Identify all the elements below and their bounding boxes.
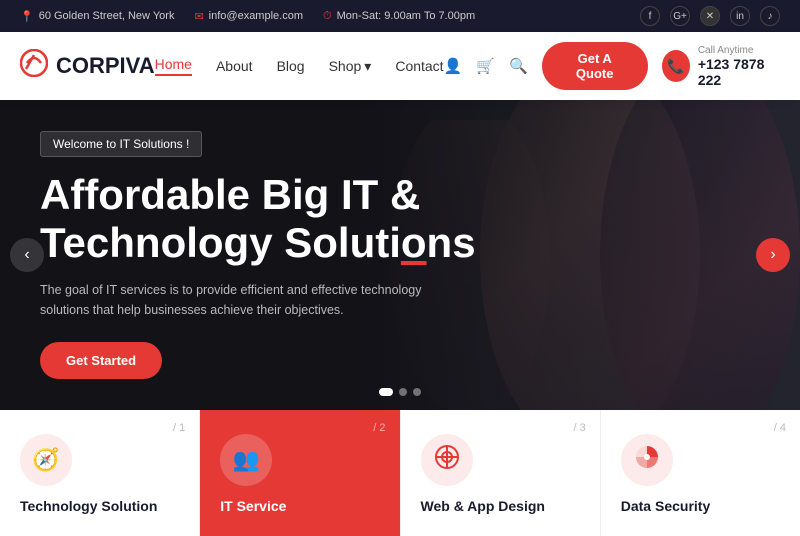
it-service-icon: 👥 bbox=[233, 447, 260, 473]
nav-contact[interactable]: Contact bbox=[395, 58, 443, 74]
hours-item: ⏱ Mon-Sat: 9.00am To 7.00pm bbox=[323, 10, 475, 23]
data-security-icon bbox=[634, 444, 660, 476]
search-icon-button[interactable]: 🔍 bbox=[509, 57, 528, 75]
clock-icon: ⏱ bbox=[323, 10, 332, 23]
hero-dot-1[interactable] bbox=[379, 388, 393, 396]
call-label: Call Anytime bbox=[698, 45, 780, 56]
location-icon: 📍 bbox=[20, 10, 34, 23]
hero-description: The goal of IT services is to provide ef… bbox=[40, 280, 440, 320]
service-num-4: / 4 bbox=[774, 422, 786, 434]
get-quote-button[interactable]: Get A Quote bbox=[542, 42, 648, 90]
address-item: 📍 60 Golden Street, New York bbox=[20, 10, 174, 23]
linkedin-icon[interactable]: in bbox=[730, 6, 750, 26]
hero-content: Welcome to IT Solutions ! Affordable Big… bbox=[0, 131, 516, 378]
facebook-icon[interactable]: f bbox=[640, 6, 660, 26]
service-icon-wrap-2: 👥 bbox=[220, 434, 272, 486]
service-name-1: Technology Solution bbox=[20, 498, 179, 514]
navbar: CORPIVA Home About Blog Shop ▾ Contact 👤… bbox=[0, 32, 800, 100]
service-num-1: / 1 bbox=[173, 422, 185, 434]
hero-badge: Welcome to IT Solutions ! bbox=[40, 131, 202, 157]
nav-links: Home About Blog Shop ▾ Contact bbox=[155, 56, 444, 76]
nav-blog[interactable]: Blog bbox=[277, 58, 305, 74]
hero-title-line2: Technology Solutions bbox=[40, 219, 476, 266]
logo[interactable]: CORPIVA bbox=[20, 49, 155, 83]
service-card-2[interactable]: / 2 👥 IT Service bbox=[200, 410, 400, 536]
chevron-down-icon: ▾ bbox=[364, 58, 371, 75]
nav-icons: 👤 🛒 🔍 Get A Quote 📞 Call Anytime +123 78… bbox=[444, 42, 780, 90]
nav-home[interactable]: Home bbox=[155, 56, 192, 76]
service-name-3: Web & App Design bbox=[421, 498, 580, 514]
hero-dot-3[interactable] bbox=[413, 388, 421, 396]
service-card-1[interactable]: / 1 🧭 Technology Solution bbox=[0, 410, 200, 536]
hero-prev-button[interactable]: ‹ bbox=[10, 238, 44, 272]
tiktok-icon[interactable]: ♪ bbox=[760, 6, 780, 26]
hours-text: Mon-Sat: 9.00am To 7.00pm bbox=[337, 10, 476, 22]
logo-text: CORPIVA bbox=[56, 53, 155, 79]
hero-next-button[interactable]: › bbox=[756, 238, 790, 272]
email-item: ✉ info@example.com bbox=[194, 10, 303, 23]
top-bar: 📍 60 Golden Street, New York ✉ info@exam… bbox=[0, 0, 800, 32]
user-icon-button[interactable]: 👤 bbox=[444, 57, 463, 75]
service-icon-wrap-1: 🧭 bbox=[20, 434, 72, 486]
hero-title: Affordable Big IT & Technology Solutions bbox=[40, 171, 476, 265]
email-text: info@example.com bbox=[209, 10, 303, 22]
service-card-4[interactable]: / 4 Data Security bbox=[601, 410, 800, 536]
google-plus-icon[interactable]: G+ bbox=[670, 6, 690, 26]
service-num-3: / 3 bbox=[574, 422, 586, 434]
service-num-2: / 2 bbox=[373, 422, 385, 434]
call-number: +123 7878 222 bbox=[698, 56, 780, 88]
hero-title-underline: o bbox=[401, 219, 427, 266]
service-cards: / 1 🧭 Technology Solution / 2 👥 IT Servi… bbox=[0, 410, 800, 536]
service-icon-wrap-4 bbox=[621, 434, 673, 486]
address-text: 60 Golden Street, New York bbox=[39, 10, 175, 22]
nav-shop[interactable]: Shop ▾ bbox=[329, 58, 372, 75]
call-box: 📞 Call Anytime +123 7878 222 bbox=[662, 45, 780, 88]
web-design-icon bbox=[434, 444, 460, 476]
service-icon-wrap-3 bbox=[421, 434, 473, 486]
social-links: f G+ ✕ in ♪ bbox=[640, 6, 780, 26]
phone-icon: 📞 bbox=[662, 50, 690, 82]
cart-icon-button[interactable]: 🛒 bbox=[476, 57, 495, 75]
service-name-4: Data Security bbox=[621, 498, 780, 514]
service-name-2: IT Service bbox=[220, 498, 379, 514]
hero-dots bbox=[379, 388, 421, 396]
top-bar-left: 📍 60 Golden Street, New York ✉ info@exam… bbox=[20, 10, 475, 23]
email-icon: ✉ bbox=[194, 10, 203, 23]
x-icon[interactable]: ✕ bbox=[700, 6, 720, 26]
nav-about[interactable]: About bbox=[216, 58, 253, 74]
hero-dot-2[interactable] bbox=[399, 388, 407, 396]
logo-icon bbox=[20, 49, 48, 83]
technology-icon: 🧭 bbox=[32, 447, 59, 473]
service-card-3[interactable]: / 3 Web & App Design bbox=[401, 410, 601, 536]
hero-section: Welcome to IT Solutions ! Affordable Big… bbox=[0, 100, 800, 410]
hero-cta-button[interactable]: Get Started bbox=[40, 342, 162, 379]
call-info: Call Anytime +123 7878 222 bbox=[698, 45, 780, 88]
